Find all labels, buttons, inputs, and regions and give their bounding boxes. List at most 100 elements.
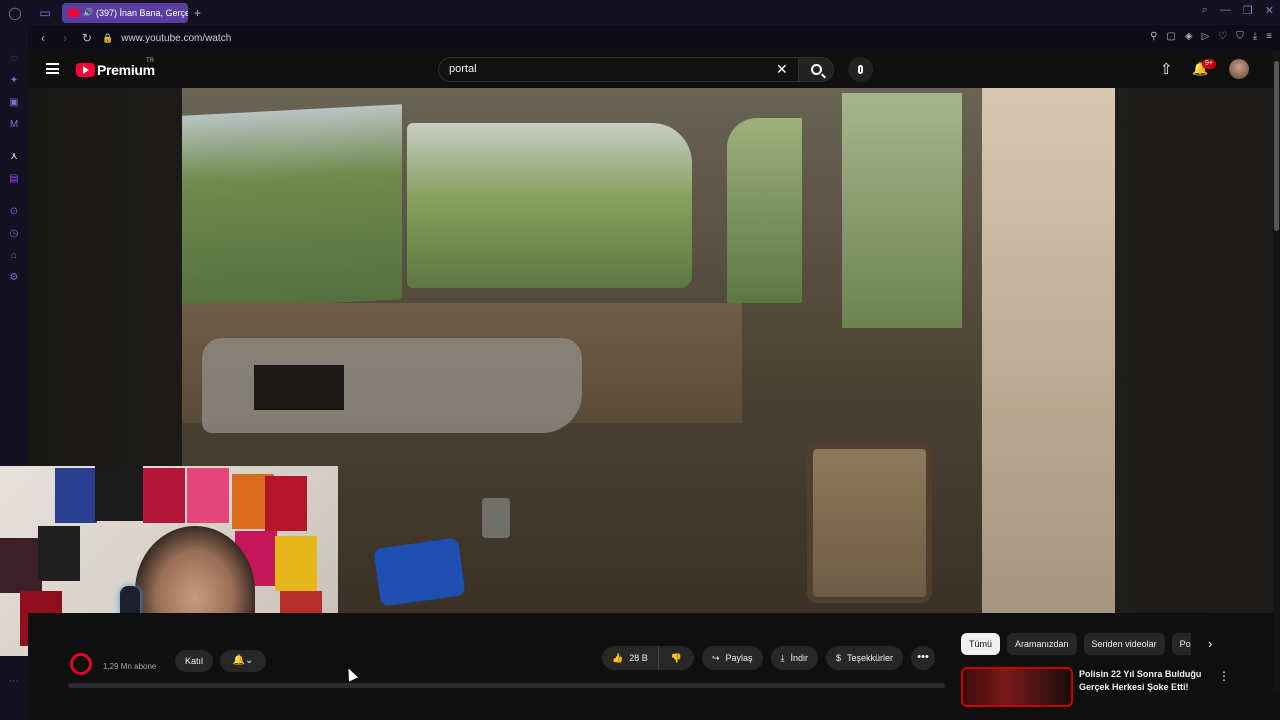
thanks-button[interactable]: $ Teşekkürler — [826, 646, 904, 670]
bus-window-windshield — [407, 123, 692, 288]
like-button[interactable]: 👍 28 B — [602, 646, 659, 670]
poster — [38, 526, 80, 581]
active-tab[interactable]: 🔊 (397) İnan Bana, Gerçe — [62, 2, 188, 23]
region-code: TR — [146, 58, 154, 64]
hamburger-menu-icon[interactable] — [46, 63, 59, 74]
address-bar: ‹ › ↻ 🔒 www.youtube.com/watch ⚲ ▢ ◈ ▷ ♡ … — [28, 25, 1280, 51]
aria-icon[interactable]: ◌ — [8, 53, 20, 65]
notification-badge: 9+ — [1202, 59, 1216, 69]
can-object — [482, 498, 510, 538]
thumbs-up-icon: 👍 — [612, 653, 624, 663]
chip-all[interactable]: Tümü — [961, 633, 1001, 655]
join-button[interactable]: Katıl — [175, 650, 214, 672]
mic-icon — [858, 65, 863, 74]
pinboard-icon[interactable]: ⌂ — [8, 250, 20, 262]
download-button[interactable]: ⤓ İndir — [770, 646, 819, 670]
like-dislike-group: 👍 28 B 👎 — [602, 646, 694, 670]
poster — [0, 538, 42, 593]
speaker-icon[interactable]: 🔊 — [83, 8, 93, 17]
poster — [95, 466, 143, 521]
bell-icon: 🔔⌄ — [232, 655, 254, 666]
super-thanks-icon: $ — [836, 653, 842, 663]
voice-search-button[interactable] — [848, 57, 873, 82]
bottle-object — [373, 537, 466, 607]
share-icon: ↪ — [711, 653, 720, 663]
filter-chips: Tümü Aramanızdan Seriden videolar Po — [961, 633, 1191, 655]
subscription-bell-button[interactable]: 🔔⌄ — [220, 650, 266, 672]
search-tabs-icon[interactable]: ⌕ — [1202, 4, 1208, 17]
play-icon[interactable]: ▷ — [1202, 31, 1210, 42]
opera-logo-icon[interactable]: ◯ — [8, 6, 22, 20]
vpn-icon[interactable]: ⛉ — [1236, 31, 1244, 42]
scrollbar-thumb[interactable] — [1274, 61, 1279, 231]
lock-icon[interactable]: 🔒 — [102, 33, 113, 44]
kebab-menu-icon[interactable]: ⋮ — [1218, 669, 1230, 683]
horizontal-scrollbar[interactable] — [68, 683, 945, 688]
share-label: Paylaş — [725, 653, 753, 663]
vertical-scrollbar[interactable] — [1273, 51, 1280, 691]
youtube-logo[interactable]: Premium TR — [76, 58, 155, 78]
sidebar-more-icon[interactable]: ⋯ — [8, 676, 20, 688]
clear-search-icon[interactable]: ✕ — [776, 61, 788, 77]
subscriber-count: 1,29 Mn abone — [103, 662, 157, 671]
url-field[interactable]: www.youtube.com/watch — [121, 33, 231, 44]
menu-icon[interactable]: ≡ — [1266, 31, 1272, 42]
poster — [143, 468, 185, 523]
search-input[interactable]: portal — [438, 57, 798, 82]
chevron-right-icon[interactable]: › — [1208, 636, 1212, 651]
app-icon[interactable]: ⋏ — [8, 151, 20, 163]
snapshot-icon[interactable]: ▢ — [1166, 31, 1175, 42]
chip-more[interactable]: Po — [1171, 633, 1191, 655]
reload-icon[interactable]: ↻ — [80, 31, 94, 45]
settings-icon[interactable]: ⚙ — [8, 272, 20, 284]
extensions-icon[interactable]: ✦ — [8, 75, 20, 87]
messenger-icon[interactable]: ▣ — [8, 97, 20, 109]
back-icon[interactable]: ‹ — [36, 31, 50, 45]
restore-icon[interactable]: ❐ — [1243, 4, 1253, 17]
twitch-icon[interactable]: ▤ — [8, 173, 20, 185]
bus-wall — [982, 88, 1115, 613]
channel-avatar[interactable] — [70, 653, 92, 675]
bus-window-left — [182, 104, 402, 311]
download-arrow-icon: ⤓ — [780, 653, 785, 663]
forward-icon[interactable]: › — [58, 31, 72, 45]
thumbs-down-icon: 👎 — [670, 653, 682, 663]
recommendation-title[interactable]: Polisin 22 Yıl Sonra Bulduğu Gerçek Herk… — [1079, 668, 1209, 694]
youtube-play-icon — [76, 63, 95, 77]
new-tab-button[interactable]: + — [194, 6, 201, 20]
share-button[interactable]: ↪ Paylaş — [701, 646, 763, 670]
search-button[interactable] — [798, 57, 834, 82]
youtube-favicon-icon — [68, 8, 79, 17]
mail-icon[interactable]: M — [8, 119, 20, 131]
chip-from-search[interactable]: Aramanızdan — [1007, 633, 1077, 655]
poster — [187, 468, 229, 523]
youtube-header: Premium TR portal ✕ ⇧ 🔔 9+ — [28, 51, 1273, 88]
history-icon[interactable]: ◷ — [8, 228, 20, 240]
account-avatar[interactable] — [1229, 59, 1249, 79]
download-icon[interactable]: ⤓ — [1253, 31, 1257, 42]
player-icon[interactable]: ⊙ — [8, 206, 20, 218]
thanks-label: Teşekkürler — [847, 653, 894, 663]
search-icon — [810, 64, 822, 75]
tab-manager-icon[interactable]: ▭ — [38, 6, 52, 20]
bus-window-door — [727, 118, 802, 303]
more-actions-button[interactable]: ••• — [911, 646, 936, 670]
poster — [265, 476, 307, 531]
logo-text: Premium — [97, 62, 155, 78]
close-window-icon[interactable]: ✕ — [1265, 4, 1274, 17]
pin-icon[interactable]: ⚲ — [1150, 31, 1157, 42]
upload-icon[interactable]: ⇧ — [1160, 60, 1173, 78]
bus-door-lower — [807, 443, 932, 603]
dislike-button[interactable]: 👎 — [659, 646, 694, 670]
adblock-icon[interactable]: ◈ — [1185, 31, 1193, 42]
poster — [55, 468, 97, 523]
tab-title: (397) İnan Bana, Gerçe — [95, 7, 188, 18]
gauge-slot — [254, 365, 344, 410]
like-count: 28 B — [629, 653, 648, 663]
recommendation-thumbnail[interactable] — [961, 667, 1073, 707]
download-label: İndir — [790, 653, 809, 663]
chip-series[interactable]: Seriden videolar — [1083, 633, 1165, 655]
poster — [275, 536, 317, 591]
bookmark-heart-icon[interactable]: ♡ — [1218, 31, 1227, 42]
minimize-icon[interactable]: — — [1220, 4, 1231, 17]
